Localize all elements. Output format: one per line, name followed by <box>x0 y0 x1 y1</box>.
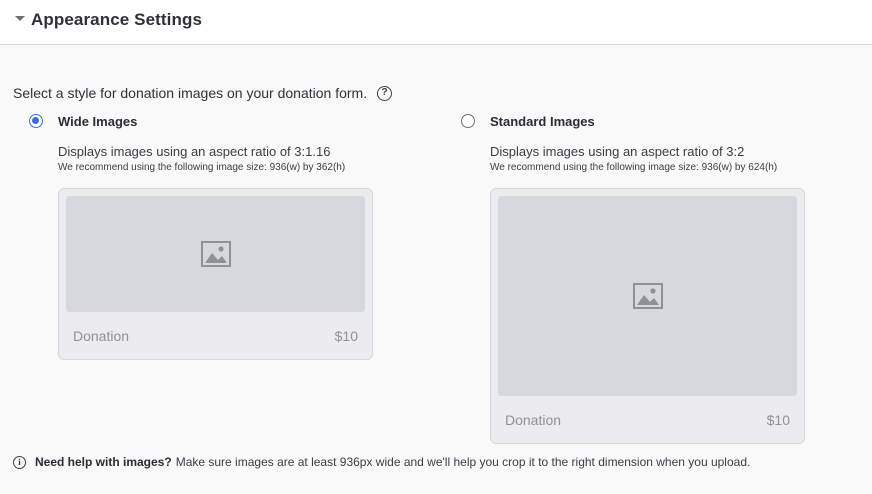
preview-amount: $10 <box>334 328 358 344</box>
help-icon[interactable]: ? <box>377 85 393 101</box>
info-icon: i <box>13 455 26 469</box>
intro-row: Select a style for donation images on yo… <box>13 85 393 101</box>
image-placeholder <box>498 196 797 396</box>
preview-amount: $10 <box>766 412 790 428</box>
radio-standard-images[interactable] <box>461 114 475 128</box>
footer-bold-text: Need help with images? <box>35 455 172 469</box>
preview-caption: Donation <box>505 412 562 428</box>
footer-text: Make sure images are at least 936px wide… <box>175 455 751 469</box>
option-description: Displays images using an aspect ratio of… <box>58 144 331 159</box>
image-placeholder <box>66 196 365 312</box>
image-icon <box>200 241 231 267</box>
help-footer: i Need help with images? Make sure image… <box>13 455 750 469</box>
wide-image-preview-card: Donation $10 <box>58 188 373 360</box>
option-recommendation: We recommend using the following image s… <box>490 162 778 173</box>
option-title[interactable]: Wide Images <box>58 114 137 129</box>
caret-down-icon[interactable] <box>15 16 25 21</box>
section-header[interactable]: Appearance Settings <box>0 0 872 45</box>
intro-text: Select a style for donation images on yo… <box>13 85 368 101</box>
option-description: Displays images using an aspect ratio of… <box>490 144 745 159</box>
radio-wide-images[interactable] <box>29 114 43 128</box>
preview-caption: Donation <box>73 328 130 344</box>
section-title: Appearance Settings <box>31 10 203 29</box>
image-icon <box>632 283 663 309</box>
option-recommendation: We recommend using the following image s… <box>58 162 346 173</box>
standard-image-preview-card: Donation $10 <box>490 188 805 444</box>
option-title[interactable]: Standard Images <box>490 114 595 129</box>
